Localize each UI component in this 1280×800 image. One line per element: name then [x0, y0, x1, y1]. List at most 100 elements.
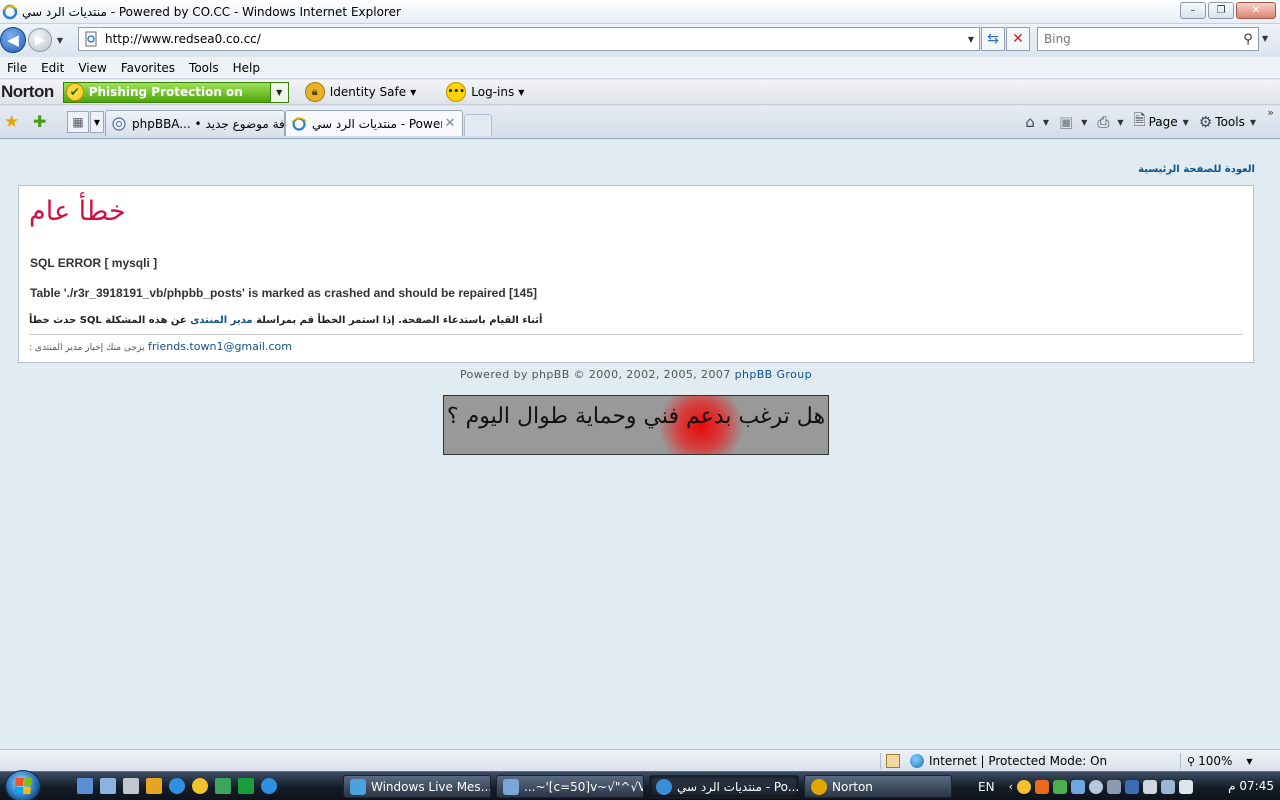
stop-button[interactable]: ✕	[1006, 27, 1030, 51]
taskbar-button-label: ...~'[c=50]v~√"^√V	[524, 779, 644, 794]
refresh-button[interactable]: ⇆	[981, 27, 1005, 51]
menu-favorites[interactable]: Favorites	[114, 61, 182, 75]
history-dropdown[interactable]: ▼	[54, 36, 66, 45]
new-tab-button[interactable]	[464, 114, 492, 136]
messenger-tray-icon[interactable]	[1016, 779, 1031, 794]
switch-windows-icon[interactable]	[100, 778, 116, 794]
quick-tabs-button[interactable]: ▦	[67, 111, 89, 133]
minimize-button[interactable]: –	[1180, 2, 1206, 19]
chevron-down-icon[interactable]: ▼	[1081, 118, 1087, 127]
chevron-down-icon: ▼	[1182, 117, 1189, 127]
windows-logo-icon	[14, 778, 32, 794]
ie-icon[interactable]	[169, 778, 185, 794]
zoom-level: 100%	[1198, 754, 1233, 768]
show-desktop-icon[interactable]	[77, 778, 93, 794]
close-button[interactable]: ✕	[1236, 2, 1276, 19]
tab-new-topic[interactable]: phpBBA... • إضافة موضوع جديد	[105, 110, 285, 136]
start-button[interactable]	[5, 770, 41, 800]
divider	[29, 334, 1243, 335]
chat-icon	[503, 778, 519, 795]
logins-button[interactable]: ••• Log-ins ▼	[446, 82, 524, 102]
power-icon[interactable]	[1142, 779, 1157, 794]
menu-file[interactable]: File	[0, 61, 34, 75]
network-icon[interactable]	[1160, 779, 1175, 794]
chevron-down-icon[interactable]: ▼	[963, 35, 979, 44]
menu-help[interactable]: Help	[226, 61, 267, 75]
taskbar-button-norton[interactable]: Norton	[804, 775, 952, 798]
volume-icon[interactable]	[1178, 779, 1193, 794]
search-input[interactable]	[1038, 32, 1238, 46]
chevron-down-icon[interactable]: ▼	[1043, 118, 1049, 127]
tab-list-button[interactable]: ▼	[90, 111, 104, 133]
add-favorite-icon[interactable]: ✚	[33, 112, 46, 131]
search-box[interactable]: ⚲	[1037, 27, 1259, 51]
app-icon[interactable]	[215, 778, 231, 794]
chevron-down-icon[interactable]: ▼	[1117, 118, 1123, 127]
favorites-star-icon[interactable]: ★	[4, 112, 19, 132]
media-player-icon[interactable]	[146, 778, 162, 794]
identity-safe-button[interactable]: 🔒︎ Identity Safe ▼	[304, 82, 416, 102]
security-zone[interactable]: Internet | Protected Mode: On	[910, 753, 1107, 769]
search-dropdown[interactable]: ▼	[1262, 34, 1268, 43]
search-icon[interactable]: ⚲	[1238, 32, 1258, 47]
board-admin-link[interactable]: مدير المنتدى	[190, 315, 252, 326]
url-text[interactable]: http://www.redsea0.co.cc/	[105, 32, 963, 46]
menu-tools[interactable]: Tools	[182, 61, 226, 75]
more-commands-icon[interactable]: »	[1267, 106, 1274, 119]
ie-icon	[2, 4, 18, 19]
powered-text: Powered by phpBB © 2000, 2002, 2005, 200…	[460, 368, 731, 381]
calculator-icon[interactable]	[123, 778, 139, 794]
contact-email-link[interactable]: friends.town1@gmail.com	[148, 340, 292, 353]
taskbar-button-chat[interactable]: ...~'[c=50]v~√"^√V	[496, 775, 644, 798]
app-tray-icon[interactable]	[1070, 779, 1085, 794]
tab-current[interactable]: منتديات الرد سي - Power... ✕	[285, 110, 463, 136]
ie-icon[interactable]	[261, 778, 277, 794]
error-panel: خطأ عام SQL ERROR [ mysqli ] Table './r3…	[18, 185, 1254, 363]
contact-line: يرجى منك إخبار مدير المنتدى : friends.to…	[29, 340, 292, 353]
error-message: أثناء القيام باستدعاء الصفحة. إذا استمر …	[29, 315, 542, 326]
page-menu-label: Page	[1148, 115, 1178, 129]
taskbar-button-messenger[interactable]: Windows Live Mes...	[343, 775, 491, 798]
ad-banner[interactable]: هل ترغب بدعم فني وحماية طوال اليوم ؟	[443, 395, 829, 455]
app-tray-icon[interactable]	[1034, 779, 1049, 794]
back-button[interactable]: ◀	[0, 27, 26, 53]
phishing-protection-button[interactable]: ✔ Phishing Protection on ▼	[62, 81, 289, 103]
zoom-control[interactable]: ⚲ 100% ▼	[1187, 753, 1253, 769]
phpbb-group-link[interactable]: phpBB Group	[735, 368, 812, 381]
taskbar-button-label: Windows Live Mes...	[371, 779, 491, 794]
page-icon: 🗎︎	[1133, 110, 1146, 129]
messenger-icon[interactable]	[192, 778, 208, 794]
status-separator	[1180, 753, 1181, 769]
norton-icon	[811, 778, 827, 795]
taskbar-button-browser[interactable]: منتديات الرد سي - Po...	[649, 775, 799, 798]
tools-menu-button[interactable]: ⚙ Tools ▼	[1199, 113, 1256, 131]
clock[interactable]: 07:45 م	[1228, 779, 1274, 793]
tab-label: phpBBA... • إضافة موضوع جديد	[132, 116, 284, 131]
maximize-button[interactable]: ❐	[1208, 2, 1234, 19]
app-tray-icon[interactable]	[1106, 779, 1121, 794]
chevron-down-icon[interactable]: ▼	[1246, 757, 1252, 766]
menu-edit[interactable]: Edit	[34, 61, 71, 75]
page-content: العودة للصفحة الرئيسية خطأ عام SQL ERROR…	[0, 140, 1280, 749]
back-to-index-link[interactable]: العودة للصفحة الرئيسية	[1138, 164, 1255, 175]
chevron-down-icon[interactable]: ▼	[269, 82, 288, 102]
language-indicator[interactable]: EN	[978, 780, 995, 794]
page-icon	[85, 31, 97, 47]
print-button[interactable]: ⎙ ▼	[1097, 113, 1123, 131]
popup-blocked-icon[interactable]	[886, 753, 900, 769]
app-tray-icon[interactable]	[1052, 779, 1067, 794]
lock-icon: 🔒︎	[304, 82, 325, 102]
app-tray-icon[interactable]	[1088, 779, 1103, 794]
forward-button[interactable]: ▶	[28, 28, 52, 52]
show-hidden-icons[interactable]: ‹	[1009, 780, 1013, 793]
app-icon[interactable]	[238, 778, 254, 794]
close-tab-icon[interactable]: ✕	[442, 116, 458, 131]
grid-icon: ▦	[72, 115, 84, 129]
menu-view[interactable]: View	[71, 61, 113, 75]
address-bar[interactable]: http://www.redsea0.co.cc/ ▼	[78, 27, 980, 51]
feeds-button[interactable]: ▣ ▼	[1059, 113, 1087, 131]
banner-text: هل ترغب بدعم فني وحماية طوال اليوم ؟	[446, 404, 826, 429]
page-menu-button[interactable]: 🗎︎ Page ▼	[1134, 110, 1189, 135]
home-button[interactable]: ⌂ ▼	[1025, 113, 1049, 131]
app-tray-icon[interactable]	[1124, 779, 1139, 794]
